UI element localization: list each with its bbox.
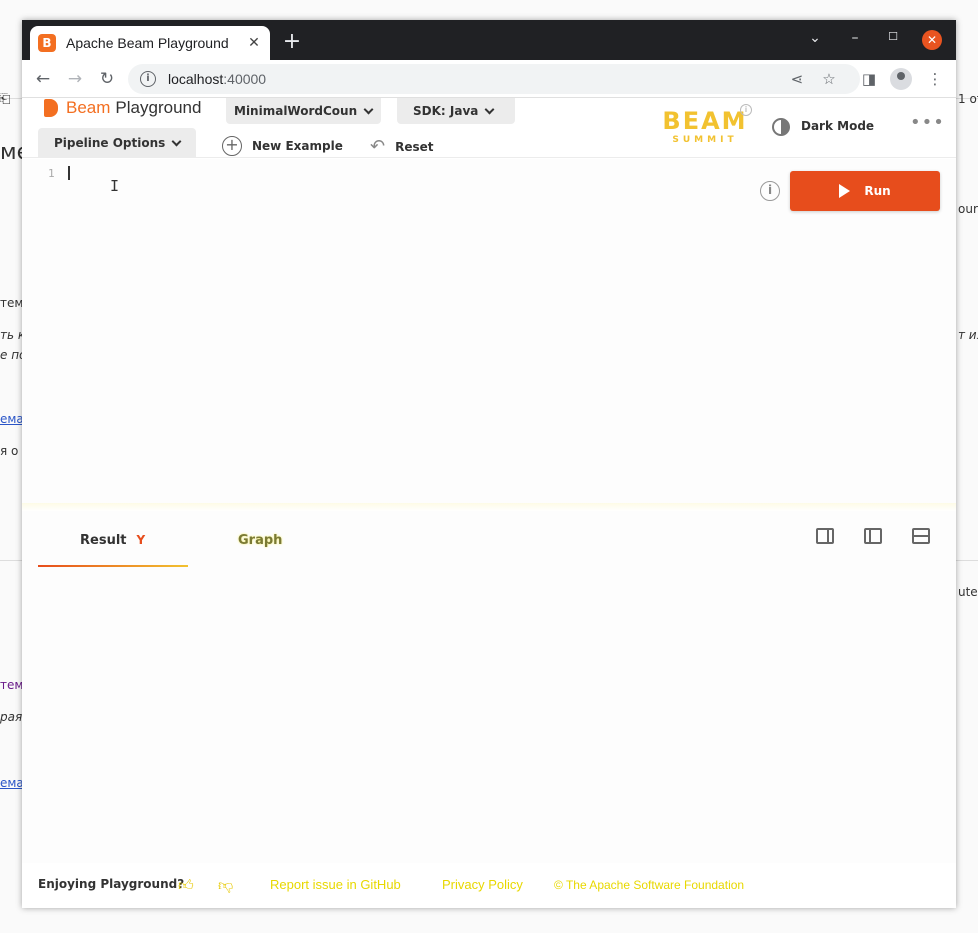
example-dropdown-label: MinimalWordCoun [234, 104, 358, 118]
dark-mode-toggle[interactable]: Dark Mode [801, 119, 874, 133]
add-circle-icon: + [222, 136, 242, 156]
reset-button[interactable]: ↶ Reset [370, 136, 434, 157]
chevron-down-icon [171, 136, 182, 146]
more-options-icon[interactable]: ••• [910, 112, 945, 133]
browser-window: B Apache Beam Playground ✕ + ⌄ – ☐ ✕ ← →… [22, 20, 956, 908]
tab-strip: B Apache Beam Playground ✕ + ⌄ – ☐ ✕ [22, 20, 956, 60]
example-dropdown[interactable]: MinimalWordCoun [226, 98, 381, 124]
thumbs-up-icon[interactable]: 👍︎ [178, 876, 194, 895]
app-footer: Enjoying Playground? 👍︎ 👎︎ Report issue … [22, 863, 956, 908]
copyright-text: © The Apache Software Foundation [554, 878, 745, 892]
side-panel-icon[interactable]: ◨ [858, 68, 880, 90]
address-bar[interactable]: i localhost:40000 [128, 64, 860, 94]
beam-summit-banner[interactable]: BEAM SUMMIT [662, 108, 748, 150]
play-icon [839, 184, 851, 198]
new-example-button[interactable]: + New Example [222, 136, 343, 156]
playground-logo[interactable]: Beam Playground [44, 98, 201, 118]
maximize-icon[interactable]: ☐ [882, 30, 904, 43]
bg-link[interactable]: ема [0, 776, 24, 790]
tab-search-icon[interactable]: ⌄ [804, 30, 826, 46]
beam-logo-icon [44, 99, 58, 117]
tab-graph[interactable]: Graph [238, 533, 282, 548]
url-host: localhost [168, 71, 224, 87]
bg-text: рая [0, 710, 23, 724]
beam-favicon-icon: B [38, 34, 56, 52]
sdk-dropdown-label: SDK: Java [413, 104, 479, 118]
ibeam-cursor-icon: I [110, 177, 120, 195]
layout-bottom-icon[interactable] [912, 528, 930, 544]
result-tab-label: Result [80, 533, 127, 548]
layout-left-icon[interactable] [864, 528, 882, 544]
summit-beam-text: BEAM [662, 107, 748, 135]
bg-link[interactable]: ема [0, 412, 24, 426]
code-editor[interactable]: 1 I i Run [22, 159, 956, 503]
bg-page-count: 1 of [958, 92, 978, 106]
bookmark-star-icon[interactable]: ☆ [818, 68, 840, 90]
summit-info-icon[interactable]: i [740, 104, 752, 116]
share-icon[interactable]: ⋖ [786, 68, 808, 90]
reload-icon[interactable]: ↻ [96, 68, 118, 90]
url-port: :40000 [223, 71, 267, 87]
run-button[interactable]: Run [790, 171, 940, 211]
app-header: Beam Playground MinimalWordCoun SDK: Jav… [22, 98, 956, 158]
browser-menu-icon[interactable]: ⋮ [924, 68, 946, 90]
close-tab-icon[interactable]: ✕ [246, 35, 262, 51]
profile-avatar-icon[interactable] [890, 68, 912, 90]
back-icon[interactable]: ← [32, 68, 54, 90]
browser-tab[interactable]: B Apache Beam Playground ✕ [30, 26, 270, 60]
chevron-down-icon [484, 104, 495, 114]
new-example-label: New Example [252, 139, 343, 153]
line-number: 1 [48, 167, 55, 180]
bg-text: т из [958, 328, 978, 342]
output-panel: Result Y Graph [22, 511, 956, 863]
privacy-policy-link[interactable]: Privacy Policy [442, 877, 523, 892]
browser-toolbar: ← → ↻ i localhost:40000 ⋖ ☆ ◨ ⋮ [22, 60, 956, 98]
panel-splitter[interactable] [22, 503, 956, 511]
new-tab-button[interactable]: + [280, 30, 304, 54]
chevron-down-icon [363, 104, 374, 114]
reset-label: Reset [395, 139, 434, 154]
summit-sub-text: SUMMIT [672, 135, 738, 145]
bg-folder-icon: ⎗ [0, 92, 11, 107]
forward-icon[interactable]: → [64, 68, 86, 90]
pipeline-options-button[interactable]: Pipeline Options [38, 128, 196, 158]
bg-text: ours [958, 202, 978, 216]
bg-text: utes [958, 585, 978, 599]
run-info-icon[interactable]: i [760, 181, 780, 201]
active-tab-indicator [38, 565, 188, 567]
report-issue-link[interactable]: Report issue in GitHub [270, 877, 401, 892]
dark-mode-icon[interactable] [772, 118, 790, 136]
playground-app: Beam Playground MinimalWordCoun SDK: Jav… [22, 98, 956, 908]
filter-icon[interactable]: Y [137, 533, 146, 547]
text-cursor [68, 166, 70, 180]
minimize-icon[interactable]: – [844, 30, 866, 46]
sdk-dropdown[interactable]: SDK: Java [397, 98, 515, 124]
tab-title: Apache Beam Playground [66, 35, 229, 51]
window-close-icon[interactable]: ✕ [922, 30, 942, 50]
reset-icon: ↶ [370, 136, 386, 157]
logo-beam-text: Beam [66, 98, 111, 117]
logo-playground-text: Playground [115, 98, 202, 117]
layout-right-icon[interactable] [816, 528, 834, 544]
pipeline-options-label: Pipeline Options [54, 136, 166, 150]
thumbs-down-icon[interactable]: 👎︎ [218, 876, 233, 895]
run-label: Run [864, 184, 891, 198]
feedback-question: Enjoying Playground? [38, 877, 185, 891]
site-info-icon[interactable]: i [140, 71, 156, 87]
tab-result[interactable]: Result Y [80, 533, 145, 548]
